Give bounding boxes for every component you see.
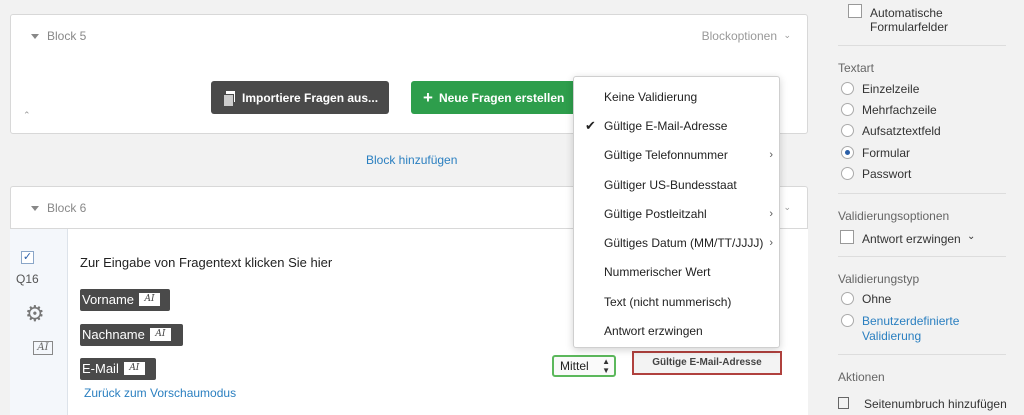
divider (838, 45, 1006, 46)
question-sidebar: ✓ Q16 ⚙ AI (10, 229, 68, 415)
form-field-nachname[interactable]: Nachname AI (80, 324, 183, 346)
menu-item-label: Gültige Postleitzahl (604, 207, 707, 221)
menu-item-label: Keine Validierung (604, 90, 698, 104)
form-field-vorname[interactable]: Vorname AI (80, 289, 170, 311)
menu-item-label: Text (nicht nummerisch) (604, 295, 732, 309)
question-options-sidebar: Automatische Formularfelder Textart Einz… (810, 0, 1024, 415)
import-questions-button[interactable]: Importiere Fragen aus... (211, 81, 389, 114)
radio-einzelzeile[interactable] (841, 82, 854, 95)
chevron-down-icon[interactable]: ⌄ (783, 30, 791, 41)
textart-option-label: Passwort (862, 167, 912, 181)
block-5-title: Block 5 (47, 29, 87, 43)
divider (838, 354, 1006, 355)
menu-item-gueltige-email[interactable]: ✔ Gültige E-Mail-Adresse (574, 112, 779, 140)
form-field-email[interactable]: E-Mail AI (80, 358, 156, 380)
import-questions-label: Importiere Fragen aus... (242, 90, 379, 105)
radio-validation-none[interactable] (841, 292, 854, 305)
menu-item-label: Gültige Telefonnummer (604, 148, 728, 162)
block-6-title: Block 6 (47, 201, 87, 215)
force-response-label[interactable]: Antwort erzwingen (862, 232, 961, 246)
auto-form-fields-label-2: Formularfelder (870, 20, 949, 34)
textart-option-label: Aufsatztextfeld (862, 124, 941, 138)
plus-icon: + (423, 87, 433, 107)
validation-options-heading: Validierungsoptionen (838, 209, 950, 223)
radio-aufsatztextfeld[interactable] (841, 124, 854, 137)
force-response-checkbox[interactable] (840, 230, 854, 244)
text-field-icon: AI (149, 328, 171, 341)
question-text[interactable]: Zur Eingabe von Fragentext klicken Sie h… (80, 255, 332, 270)
form-field-label: Nachname (82, 327, 145, 342)
survey-editor: Block 5 Blockoptionen ⌄ Importiere Frage… (0, 0, 810, 415)
menu-item-us-bundesstaat[interactable]: Gültiger US-Bundesstaat (574, 171, 779, 199)
auto-form-fields-checkbox[interactable] (848, 4, 862, 18)
field-size-value: Mittel (560, 359, 589, 373)
field-size-select[interactable]: Mittel ▲ ▼ (552, 355, 616, 377)
chevron-right-icon: › (769, 149, 773, 161)
back-to-preview-link[interactable]: Zurück zum Vorschaumodus (84, 386, 236, 400)
auto-form-fields-label: Automatische (870, 6, 943, 20)
form-field-label: Vorname (82, 292, 135, 307)
new-questions-label: Neue Fragen erstellen (438, 90, 565, 105)
chevron-right-icon: › (769, 208, 773, 220)
divider (838, 256, 1006, 257)
menu-item-antwort-erzwingen[interactable]: Antwort erzwingen (574, 317, 779, 345)
radio-formular[interactable] (841, 146, 854, 159)
question-select-checkbox[interactable]: ✓ (21, 251, 34, 264)
menu-item-label: Nummerischer Wert (604, 265, 711, 279)
text-field-icon: AI (33, 341, 53, 355)
radio-passwort[interactable] (841, 167, 854, 180)
chevron-down-icon[interactable]: ⌄ (967, 231, 975, 242)
menu-item-gueltige-telefonnummer[interactable]: Gültige Telefonnummer › (574, 141, 779, 169)
radio-mehrfachzeile[interactable] (841, 103, 854, 116)
validation-type-button[interactable]: Gültige E-Mail-Adresse (632, 351, 782, 375)
form-field-label: E-Mail (82, 361, 119, 376)
radio-validation-custom[interactable] (841, 314, 854, 327)
add-block-link[interactable]: Block hinzufügen (366, 153, 457, 167)
menu-item-keine-validierung[interactable]: Keine Validierung (574, 83, 779, 111)
new-questions-button[interactable]: + Neue Fragen erstellen (411, 81, 577, 114)
actions-heading: Aktionen (838, 370, 885, 384)
divider (838, 193, 1006, 194)
menu-item-label: Antwort erzwingen (604, 324, 703, 338)
menu-item-label: Gültiges Datum (MM/TT/JJJJ) (604, 236, 764, 250)
copy-document-icon (223, 90, 236, 107)
page-break-icon (838, 397, 849, 409)
validation-dropdown-menu: Keine Validierung ✔ Gültige E-Mail-Adres… (573, 76, 780, 348)
menu-item-label: Gültige E-Mail-Adresse (604, 119, 728, 133)
textart-heading: Textart (838, 61, 875, 75)
gear-icon[interactable]: ⚙ (25, 301, 45, 327)
checkmark-icon: ✔ (585, 118, 596, 133)
validation-none-label: Ohne (862, 292, 892, 306)
custom-validation-link[interactable]: Benutzerdefinierte (862, 314, 959, 329)
textart-option-label: Formular (862, 146, 911, 160)
collapse-caret-icon[interactable] (31, 206, 39, 211)
menu-item-label: Gültiger US-Bundesstaat (604, 178, 737, 192)
select-arrows-icon: ▲ ▼ (602, 357, 610, 375)
validation-type-heading: Validierungstyp (838, 272, 920, 286)
menu-item-postleitzahl[interactable]: Gültige Postleitzahl › (574, 200, 779, 228)
text-field-icon: AI (139, 293, 161, 306)
block-5-header[interactable]: Block 5 Blockoptionen ⌄ (11, 15, 807, 59)
menu-item-nummerischer-wert[interactable]: Nummerischer Wert (574, 258, 779, 286)
custom-validation-link-2[interactable]: Validierung (862, 329, 921, 344)
text-field-icon: AI (123, 362, 145, 375)
block-options-button[interactable]: Blockoptionen (702, 29, 777, 43)
menu-item-gueltiges-datum[interactable]: Gültiges Datum (MM/TT/JJJJ) › (574, 229, 779, 257)
question-id: Q16 (16, 272, 39, 286)
textart-option-label: Mehrfachzeile (862, 103, 937, 117)
page-break-action[interactable]: Seitenumbruch hinzufügen (864, 397, 1007, 411)
textart-option-label: Einzelzeile (862, 82, 920, 96)
collapse-caret-icon[interactable] (31, 34, 39, 39)
chevron-right-icon: › (767, 229, 773, 257)
chevron-down-icon[interactable]: ⌄ (783, 202, 791, 213)
menu-item-text-nicht-nummerisch[interactable]: Text (nicht nummerisch) (574, 288, 779, 316)
chevron-up-icon[interactable]: ⌃ (23, 110, 31, 121)
